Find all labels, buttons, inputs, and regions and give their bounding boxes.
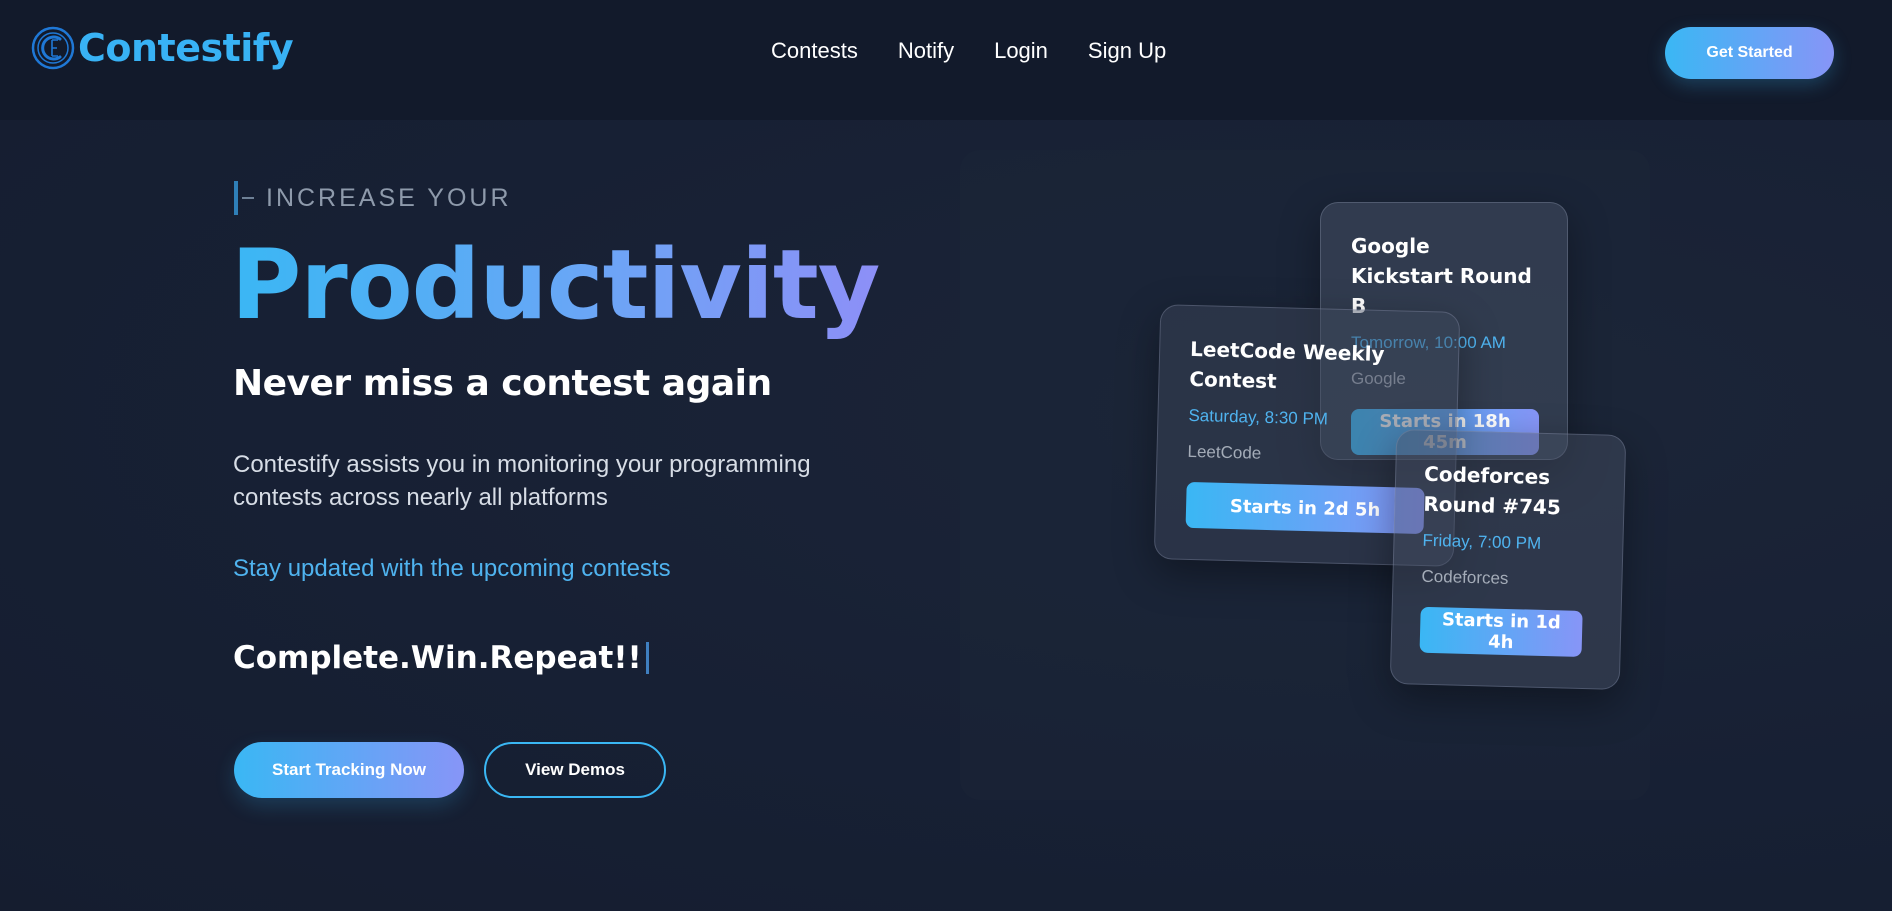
card-countdown-button[interactable]: Starts in 2d 5h [1185, 481, 1425, 535]
nav-links: Contests Notify Login Sign Up [771, 38, 1166, 64]
c-gear-logo-icon [31, 26, 75, 70]
card-time: Friday, 7:00 PM [1422, 530, 1542, 553]
tagline: Complete.Win.Repeat!! [233, 640, 649, 676]
eyebrow-accent-bar [234, 181, 238, 215]
nav-notify[interactable]: Notify [898, 38, 954, 64]
stay-updated-text: Stay updated with the upcoming contests [233, 555, 671, 582]
eyebrow-dash [242, 197, 254, 199]
page: Contestify Contests Notify Login Sign Up… [0, 0, 1892, 911]
logo[interactable]: Contestify [30, 22, 294, 74]
view-demos-button[interactable]: View Demos [484, 742, 666, 798]
card-platform: Codeforces [1421, 566, 1509, 589]
card-title: Google Kickstart Round B [1351, 234, 1532, 318]
hero-description: Contestify assists you in monitoring you… [233, 451, 811, 511]
eyebrow-text: INCREASE YOUR [266, 183, 512, 212]
nav-contests[interactable]: Contests [771, 38, 858, 64]
get-started-button[interactable]: Get Started [1665, 27, 1834, 79]
navbar: Contestify Contests Notify Login Sign Up… [0, 0, 1892, 120]
nav-sign-up[interactable]: Sign Up [1088, 38, 1166, 64]
card-platform: LeetCode [1187, 441, 1262, 463]
hero-headline: Productivity [231, 226, 880, 344]
card-title: Codeforces Round #745 [1423, 461, 1562, 520]
typing-cursor [645, 642, 649, 674]
card-countdown-button[interactable]: Starts in 1d 4h [1419, 606, 1583, 657]
start-tracking-button[interactable]: Start Tracking Now [234, 742, 464, 798]
hero-subhead: Never miss a contest again [233, 363, 772, 404]
nav-login[interactable]: Login [994, 38, 1048, 64]
contest-card-codeforces[interactable]: Codeforces Round #745 Friday, 7:00 PM Co… [1389, 429, 1627, 690]
eyebrow: INCREASE YOUR [234, 181, 512, 215]
card-title: LeetCode Weekly Contest [1189, 336, 1385, 394]
card-time: Saturday, 8:30 PM [1188, 405, 1329, 429]
logo-text: Contestify [78, 26, 294, 70]
tagline-text: Complete.Win.Repeat!! [233, 640, 642, 676]
